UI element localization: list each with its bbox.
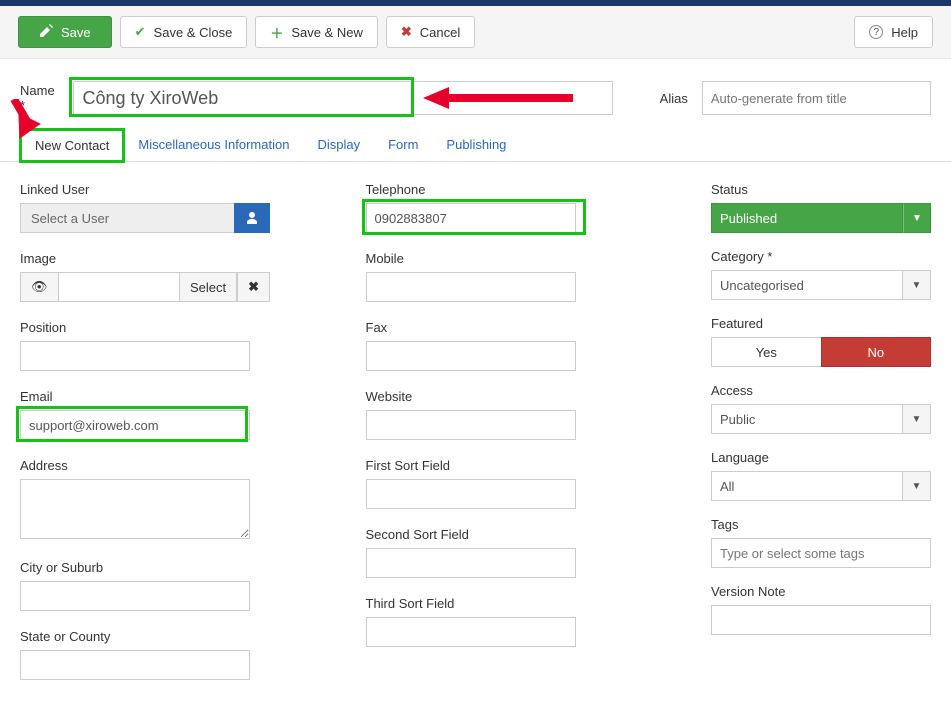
tags-input[interactable] — [711, 538, 931, 568]
image-path-input[interactable] — [59, 272, 179, 302]
telephone-input[interactable] — [366, 203, 576, 233]
alias-label: Alias — [660, 91, 688, 106]
question-icon: ? — [869, 25, 883, 39]
fax-label: Fax — [366, 320, 682, 335]
website-label: Website — [366, 389, 682, 404]
tab-publishing[interactable]: Publishing — [432, 129, 520, 161]
position-label: Position — [20, 320, 336, 335]
tab-misc[interactable]: Miscellaneous Information — [124, 129, 303, 161]
address-label: Address — [20, 458, 336, 473]
website-input[interactable] — [366, 410, 576, 440]
image-select-button[interactable]: Select — [179, 272, 237, 302]
featured-toggle[interactable]: Yes No — [711, 337, 931, 367]
tags-label: Tags — [711, 517, 931, 532]
version-note-label: Version Note — [711, 584, 931, 599]
chevron-down-icon: ▼ — [903, 471, 931, 501]
tab-display[interactable]: Display — [303, 129, 374, 161]
language-label: Language — [711, 450, 931, 465]
first-sort-label: First Sort Field — [366, 458, 682, 473]
save-new-button[interactable]: ＋ Save & New — [255, 16, 378, 48]
third-sort-input[interactable] — [366, 617, 576, 647]
featured-no[interactable]: No — [821, 337, 932, 367]
user-icon — [245, 211, 259, 225]
linked-user-select[interactable]: Select a User — [20, 203, 234, 233]
chevron-down-icon: ▼ — [903, 203, 931, 233]
city-label: City or Suburb — [20, 560, 336, 575]
status-label: Status — [711, 182, 931, 197]
address-input[interactable] — [20, 479, 250, 539]
version-note-input[interactable] — [711, 605, 931, 635]
image-label: Image — [20, 251, 336, 266]
mobile-label: Mobile — [366, 251, 682, 266]
mobile-input[interactable] — [366, 272, 576, 302]
category-dropdown[interactable]: Uncategorised ▼ — [711, 270, 931, 300]
save-button[interactable]: Save — [18, 16, 112, 48]
tab-new-contact[interactable]: New Contact — [20, 129, 124, 162]
chevron-down-icon: ▼ — [903, 270, 931, 300]
eye-icon: 👁 — [31, 279, 48, 295]
check-icon: ✔ — [135, 24, 146, 40]
email-label: Email — [20, 389, 336, 404]
name-label: Name * — [20, 83, 59, 113]
access-label: Access — [711, 383, 931, 398]
x-icon: ✖ — [248, 279, 259, 295]
second-sort-input[interactable] — [366, 548, 576, 578]
image-preview-button[interactable]: 👁 — [20, 272, 59, 302]
linked-user-label: Linked User — [20, 182, 336, 197]
plus-icon: ＋ — [270, 23, 283, 42]
language-dropdown[interactable]: All ▼ — [711, 471, 931, 501]
tab-form[interactable]: Form — [374, 129, 432, 161]
third-sort-label: Third Sort Field — [366, 596, 682, 611]
help-button[interactable]: ? Help — [854, 16, 933, 48]
name-input[interactable] — [73, 81, 613, 115]
position-input[interactable] — [20, 341, 250, 371]
first-sort-input[interactable] — [366, 479, 576, 509]
email-input[interactable] — [20, 410, 250, 440]
image-clear-button[interactable]: ✖ — [237, 272, 270, 302]
state-label: State or County — [20, 629, 336, 644]
featured-yes[interactable]: Yes — [711, 337, 821, 367]
telephone-label: Telephone — [366, 182, 682, 197]
access-dropdown[interactable]: Public ▼ — [711, 404, 931, 434]
featured-label: Featured — [711, 316, 931, 331]
cancel-icon: ✖ — [401, 24, 412, 40]
state-input[interactable] — [20, 650, 250, 680]
city-input[interactable] — [20, 581, 250, 611]
chevron-down-icon: ▼ — [903, 404, 931, 434]
category-label: Category * — [711, 249, 931, 264]
alias-input[interactable] — [702, 81, 931, 115]
pencil-icon — [39, 24, 53, 41]
user-picker-button[interactable] — [234, 203, 270, 233]
second-sort-label: Second Sort Field — [366, 527, 682, 542]
fax-input[interactable] — [366, 341, 576, 371]
cancel-button[interactable]: ✖ Cancel — [386, 16, 475, 48]
status-dropdown[interactable]: Published ▼ — [711, 203, 931, 233]
save-close-button[interactable]: ✔ Save & Close — [120, 16, 248, 48]
